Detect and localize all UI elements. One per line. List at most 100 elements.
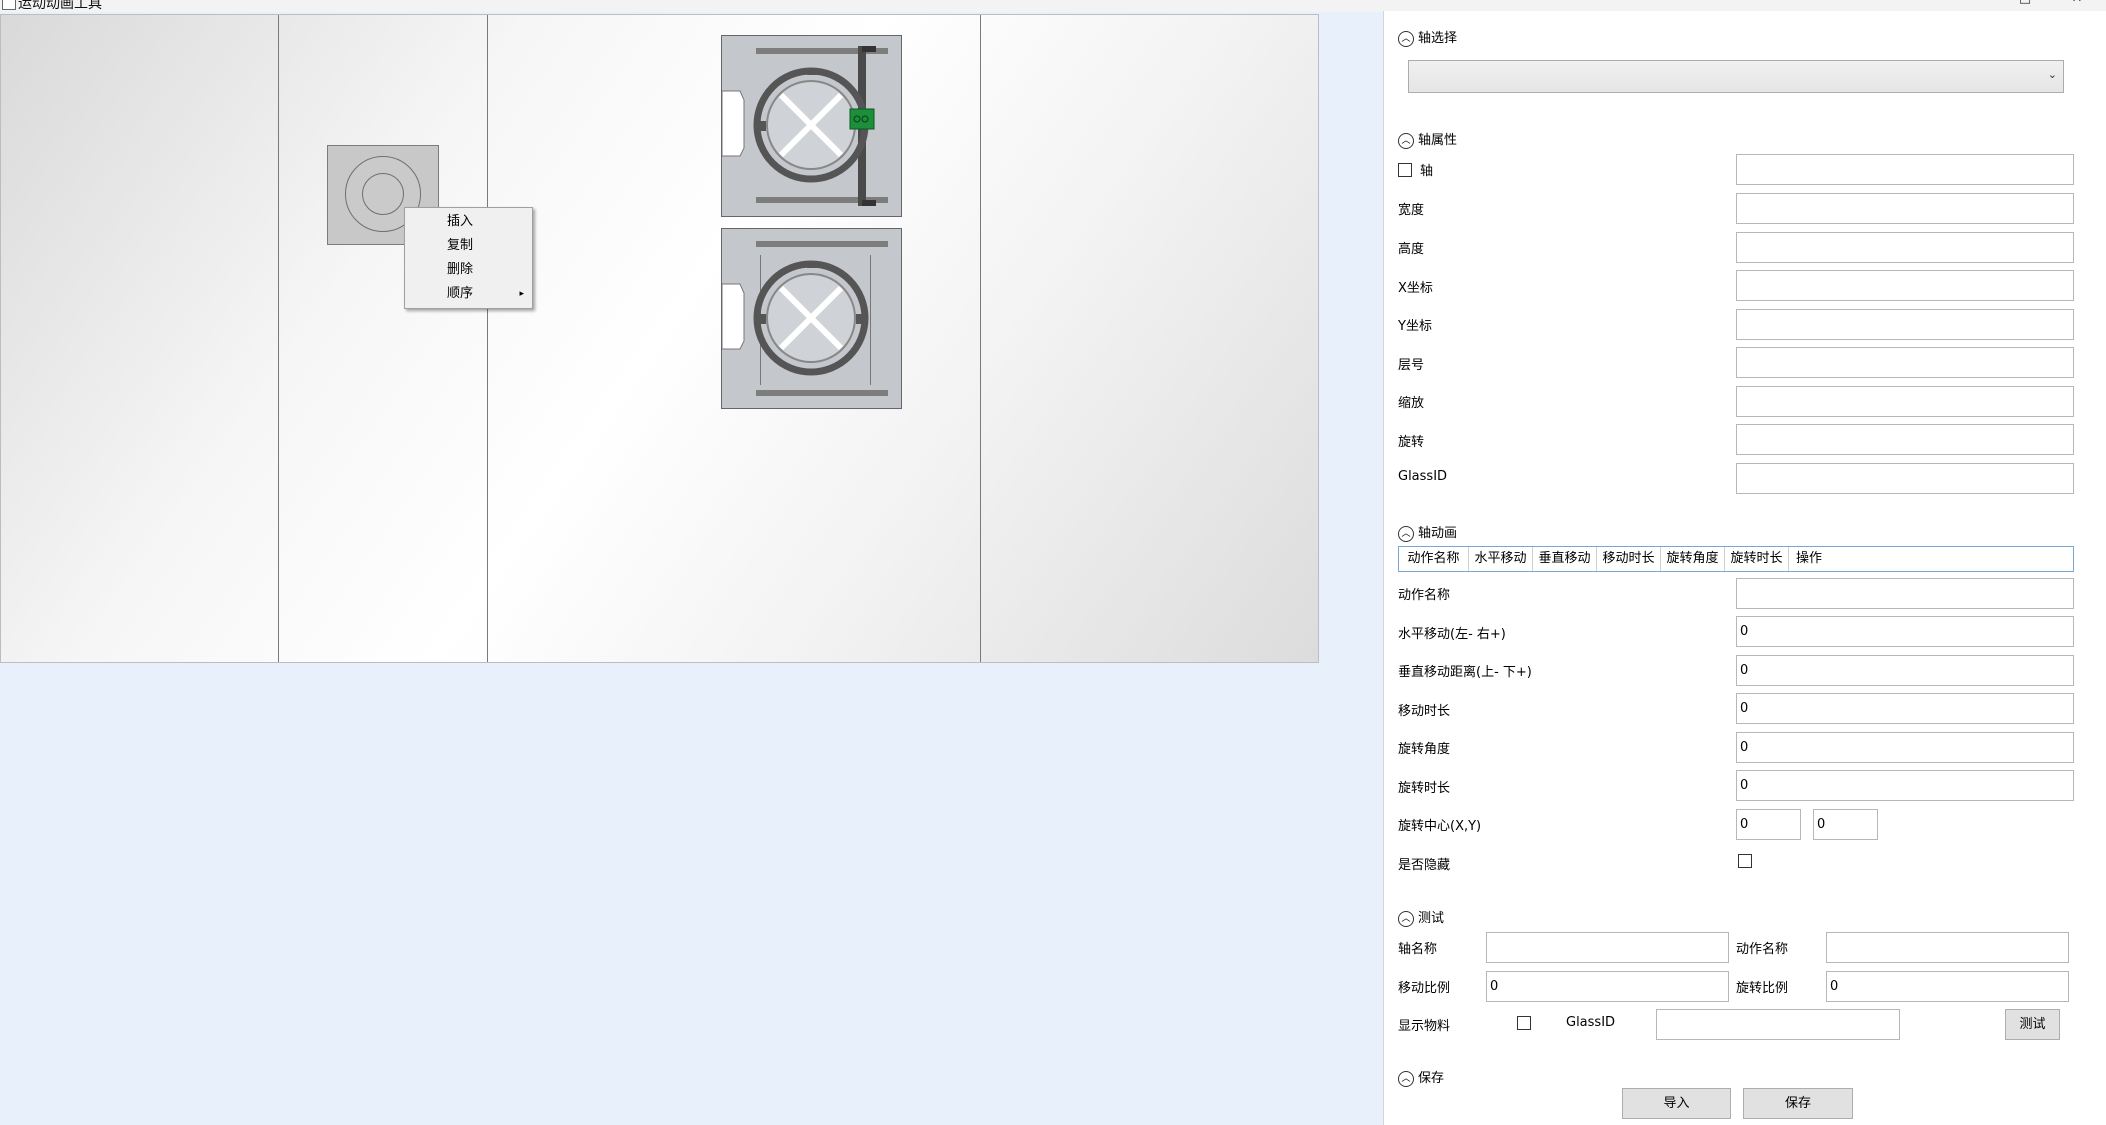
canvas-divider — [980, 15, 981, 662]
field-label: Y坐标 — [1398, 319, 1432, 334]
field-label: 旋转时长 — [1398, 781, 1451, 796]
field-label: 动作名称 — [1736, 942, 1789, 957]
chevron-up-icon[interactable]: ︿ — [1398, 30, 1414, 47]
field-label: 动作名称 — [1398, 588, 1451, 603]
import-button[interactable]: 导入 — [1622, 1088, 1731, 1119]
axis-inner-ring — [362, 173, 404, 215]
action-name-field[interactable] — [1736, 578, 2074, 609]
rotate-ratio-field[interactable]: 0 — [1826, 971, 2069, 1002]
rotate-angle-field[interactable]: 0 — [1736, 732, 2074, 763]
save-button[interactable]: 保存 — [1743, 1088, 1853, 1119]
chevron-up-icon[interactable]: ︿ — [1398, 1070, 1414, 1087]
field-label: 垂直移动距离(上- 下+) — [1398, 665, 1532, 680]
field-label: 是否隐藏 — [1398, 858, 1451, 873]
rotate-duration-field[interactable]: 0 — [1736, 770, 2074, 801]
field-label: 移动时长 — [1398, 704, 1451, 719]
x-coord-field[interactable] — [1736, 270, 2074, 301]
column-header[interactable]: 垂直移动 — [1533, 547, 1597, 571]
app-icon — [2, 0, 16, 10]
y-coord-field[interactable] — [1736, 309, 2074, 340]
width-field[interactable] — [1736, 193, 2074, 224]
valve-graphic — [721, 46, 888, 206]
section-title: 轴属性 — [1418, 133, 1458, 148]
horizontal-move-field[interactable]: 0 — [1736, 616, 2074, 647]
menu-item-label: 删除 — [447, 262, 474, 277]
axis-checkbox-label: 轴 — [1420, 164, 1434, 179]
field-label: 旋转比例 — [1736, 981, 1789, 996]
test-button[interactable]: 测试 — [2005, 1009, 2060, 1040]
move-ratio-field[interactable]: 0 — [1486, 971, 1729, 1002]
axis-name-field[interactable] — [1736, 154, 2074, 185]
glassid-field[interactable] — [1736, 463, 2074, 494]
field-label: 移动比例 — [1398, 981, 1451, 996]
column-header[interactable]: 移动时长 — [1597, 547, 1661, 571]
field-label: GlassID — [1398, 469, 1448, 484]
section-title: 测试 — [1418, 911, 1445, 926]
axis-select-dropdown[interactable]: ⌄ — [1408, 60, 2064, 93]
field-label: 轴名称 — [1398, 942, 1438, 957]
menu-item-order[interactable]: 顺序 ▸ — [405, 282, 532, 306]
section-test[interactable]: ︿ 测试 — [1398, 907, 1444, 927]
chevron-down-icon: ⌄ — [2047, 68, 2057, 81]
rotation-field[interactable] — [1736, 424, 2074, 455]
canvas-divider — [487, 15, 488, 662]
field-label: 旋转角度 — [1398, 742, 1451, 757]
field-label: 高度 — [1398, 242, 1425, 257]
section-axis-anim[interactable]: ︿ 轴动画 — [1398, 522, 1457, 542]
section-title: 轴选择 — [1418, 31, 1458, 46]
rotation-center-y-field[interactable]: 0 — [1813, 809, 1878, 840]
animation-canvas[interactable] — [0, 14, 1319, 663]
chevron-up-icon[interactable]: ︿ — [1398, 132, 1414, 149]
menu-item-label: 顺序 — [447, 286, 474, 301]
property-panel: ︿ 轴选择 ⌄ ︿ 轴属性 轴 宽度 高度 X坐标 Y坐标 层号 缩放 旋转 Gla… — [1383, 11, 2106, 1125]
context-menu: 插入 复制 删除 顺序 ▸ — [404, 207, 533, 309]
column-header[interactable]: 旋转时长 — [1725, 547, 1789, 571]
valve-element-bottom[interactable] — [721, 228, 902, 409]
menu-item-copy[interactable]: 复制 — [405, 234, 532, 258]
field-label: 缩放 — [1398, 396, 1425, 411]
close-icon[interactable]: ✕ — [2070, 0, 2084, 6]
test-action-name-field[interactable] — [1826, 932, 2069, 963]
maximize-icon[interactable]: □ — [2018, 0, 2032, 6]
column-header[interactable]: 水平移动 — [1469, 547, 1533, 571]
scale-field[interactable] — [1736, 386, 2074, 417]
section-axis-props[interactable]: ︿ 轴属性 — [1398, 129, 1457, 149]
height-field[interactable] — [1736, 232, 2074, 263]
menu-item-delete[interactable]: 删除 — [405, 258, 532, 282]
field-label: 宽度 — [1398, 203, 1425, 218]
hidden-checkbox[interactable] — [1738, 854, 1752, 868]
window-title: 运动动画工具 — [18, 0, 102, 12]
field-label: GlassID — [1566, 1015, 1616, 1030]
field-label: 旋转 — [1398, 435, 1425, 450]
axis-checkbox[interactable] — [1398, 163, 1412, 177]
menu-item-label: 插入 — [447, 214, 474, 229]
animation-table-header: 动作名称 水平移动 垂直移动 移动时长 旋转角度 旋转时长 操作 — [1398, 546, 2074, 572]
valve-element-top[interactable] — [721, 35, 902, 217]
rotation-center-x-field[interactable]: 0 — [1736, 809, 1801, 840]
layer-field[interactable] — [1736, 347, 2074, 378]
field-label: 旋转中心(X,Y) — [1398, 819, 1482, 834]
field-label: 层号 — [1398, 358, 1425, 373]
section-save[interactable]: ︿ 保存 — [1398, 1067, 1444, 1087]
chevron-right-icon: ▸ — [519, 289, 524, 299]
field-label: X坐标 — [1398, 281, 1433, 296]
chevron-up-icon[interactable]: ︿ — [1398, 910, 1414, 927]
column-header[interactable]: 操作 — [1789, 547, 1829, 571]
column-header[interactable]: 旋转角度 — [1661, 547, 1725, 571]
vertical-move-field[interactable]: 0 — [1736, 655, 2074, 686]
chevron-up-icon[interactable]: ︿ — [1398, 525, 1414, 542]
section-title: 保存 — [1418, 1071, 1445, 1086]
section-title: 轴动画 — [1418, 526, 1458, 541]
column-header[interactable]: 动作名称 — [1399, 547, 1469, 571]
menu-item-label: 复制 — [447, 238, 474, 253]
menu-item-insert[interactable]: 插入 — [405, 210, 532, 234]
section-axis-select[interactable]: ︿ 轴选择 — [1398, 27, 1457, 47]
field-label: 显示物料 — [1398, 1019, 1451, 1034]
test-glassid-field[interactable] — [1656, 1009, 1900, 1040]
move-duration-field[interactable]: 0 — [1736, 693, 2074, 724]
show-material-checkbox[interactable] — [1517, 1016, 1531, 1030]
field-label: 水平移动(左- 右+) — [1398, 627, 1506, 642]
valve-graphic — [721, 241, 888, 396]
canvas-divider — [278, 15, 279, 662]
test-axis-name-field[interactable] — [1486, 932, 1729, 963]
